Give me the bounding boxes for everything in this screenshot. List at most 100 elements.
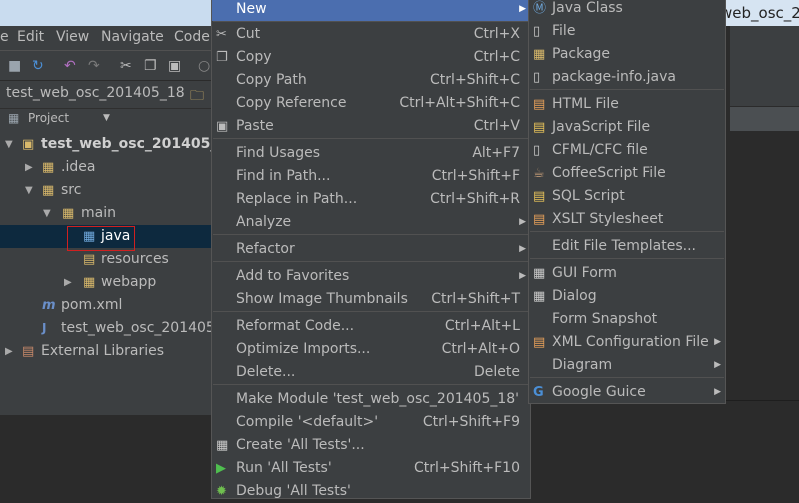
maven-icon: m <box>42 298 56 313</box>
menu-view[interactable]: View <box>56 29 89 45</box>
menu-item-reformat-code[interactable]: Reformat Code... Ctrl+Alt+L <box>212 315 530 338</box>
menu-item-analyze[interactable]: Analyze ▶ <box>212 211 530 234</box>
tree-item-label: main <box>81 205 116 221</box>
menu-item-shortcut: Ctrl+Shift+F <box>431 168 520 184</box>
tree-item-label: .idea <box>61 159 96 175</box>
tree-item-module[interactable]: ▼ ▣ test_web_osc_201405_18 <box>0 133 237 156</box>
tree-item-label: External Libraries <box>41 343 164 359</box>
toolbar-area-right <box>730 26 799 106</box>
menu-item-package-info[interactable]: ▯ package-info.java <box>529 66 725 89</box>
menu-item-find-usages[interactable]: Find Usages Alt+F7 <box>212 142 530 165</box>
menu-item-add-to-favorites[interactable]: Add to Favorites ▶ <box>212 265 530 288</box>
breadcrumb-project[interactable]: test_web_osc_201405_18 <box>6 85 185 101</box>
menu-item-replace-in-path[interactable]: Replace in Path... Ctrl+Shift+R <box>212 188 530 211</box>
tree-item-external-libraries[interactable]: ▶ ▤ External Libraries <box>0 340 212 363</box>
menu-file[interactable]: e <box>0 29 9 45</box>
menu-item-coffeescript-file[interactable]: ☕ CoffeeScript File <box>529 162 725 185</box>
menu-item-java-class[interactable]: Ⓜ Java Class <box>529 0 725 20</box>
gui-form-icon: ▦ <box>533 266 546 281</box>
save-all-icon[interactable]: ■ <box>8 57 21 75</box>
menu-item-make-module[interactable]: Make Module 'test_web_osc_201405_18' <box>212 388 530 411</box>
menu-item-label: SQL Script <box>552 188 625 204</box>
tree-item-main[interactable]: ▼ ▦ main <box>0 202 212 225</box>
menu-item-paste[interactable]: ▣ Paste Ctrl+V <box>212 115 530 138</box>
java-class-icon: Ⓜ <box>533 1 547 16</box>
menu-item-cut[interactable]: ✂ Cut Ctrl+X <box>212 23 530 46</box>
cut-icon[interactable]: ✂ <box>120 57 132 75</box>
menu-item-copy-path[interactable]: Copy Path Ctrl+Shift+C <box>212 69 530 92</box>
copy-icon: ❐ <box>216 50 228 65</box>
copy-icon[interactable]: ❐ <box>144 57 157 75</box>
menu-item-new[interactable]: New ▶ <box>212 0 530 21</box>
menu-item-cfml-file[interactable]: ▯ CFML/CFC file <box>529 139 725 162</box>
menu-item-file[interactable]: ▯ File <box>529 20 725 43</box>
tree-item-src[interactable]: ▼ ▦ src <box>0 179 212 202</box>
synchronize-icon[interactable]: ↻ <box>32 57 44 75</box>
menu-item-label: Add to Favorites <box>236 268 350 284</box>
tree-item-resources[interactable]: ▤ resources <box>0 248 212 271</box>
menu-item-xslt-stylesheet[interactable]: ▤ XSLT Stylesheet <box>529 208 725 231</box>
menu-edit[interactable]: Edit <box>17 29 44 45</box>
menu-item-debug-tests[interactable]: ✹ Debug 'All Tests' <box>212 480 530 503</box>
menu-item-shortcut: Alt+F7 <box>472 145 520 161</box>
paste-icon[interactable]: ▣ <box>168 57 181 75</box>
menu-item-dialog[interactable]: ▦ Dialog <box>529 285 725 308</box>
tree-item-pom[interactable]: m pom.xml <box>0 294 212 317</box>
chevron-right-icon[interactable]: ▶ <box>25 156 33 179</box>
menu-item-label: Paste <box>236 118 274 134</box>
menu-item-refactor[interactable]: Refactor ▶ <box>212 238 530 261</box>
menu-item-gui-form[interactable]: ▦ GUI Form <box>529 262 725 285</box>
menu-item-compile[interactable]: Compile '<default>' Ctrl+Shift+F9 <box>212 411 530 434</box>
menu-item-shortcut: Ctrl+V <box>473 118 520 134</box>
menu-item-javascript-file[interactable]: ▤ JavaScript File <box>529 116 725 139</box>
resource-folder-icon: ▤ <box>83 252 96 267</box>
menu-item-html-file[interactable]: ▤ HTML File <box>529 93 725 116</box>
chevron-down-icon[interactable]: ▼ <box>43 202 51 225</box>
find-icon[interactable]: ○ <box>198 57 210 75</box>
folder-icon: ▦ <box>42 183 55 198</box>
menu-item-package[interactable]: ▦ Package <box>529 43 725 66</box>
menu-item-edit-file-templates[interactable]: Edit File Templates... <box>529 235 725 258</box>
menu-item-run-tests[interactable]: ▶ Run 'All Tests' Ctrl+Shift+F10 <box>212 457 530 480</box>
menu-item-google-guice[interactable]: G Google Guice ▶ <box>529 381 725 404</box>
tree-item-java[interactable]: ▦ java <box>0 225 212 251</box>
menu-code[interactable]: Code <box>174 29 210 45</box>
menu-navigate[interactable]: Navigate <box>101 29 164 45</box>
tree-item-iml[interactable]: J test_web_osc_201405_1 <box>0 317 231 340</box>
chevron-right-icon[interactable]: ▶ <box>5 340 13 363</box>
menu-item-copy-reference[interactable]: Copy Reference Ctrl+Alt+Shift+C <box>212 92 530 115</box>
menu-item-optimize-imports[interactable]: Optimize Imports... Ctrl+Alt+O <box>212 338 530 361</box>
menu-item-label: package-info.java <box>552 69 676 85</box>
menu-item-xml-configuration-file[interactable]: ▤ XML Configuration File ▶ <box>529 331 725 354</box>
package-icon: ▦ <box>533 47 546 62</box>
tree-item-webapp[interactable]: ▶ ▦ webapp <box>0 271 212 294</box>
menu-item-label: Copy Path <box>236 72 307 88</box>
redo-icon[interactable]: ↷ <box>88 57 100 75</box>
menu-separator <box>530 258 724 259</box>
menu-item-label: HTML File <box>552 96 619 112</box>
chevron-right-icon[interactable]: ▶ <box>64 271 72 294</box>
menu-item-show-thumbnails[interactable]: Show Image Thumbnails Ctrl+Shift+T <box>212 288 530 311</box>
menu-item-copy[interactable]: ❐ Copy Ctrl+C <box>212 46 530 69</box>
chevron-down-icon[interactable]: ▼ <box>25 179 33 202</box>
menu-item-create-tests[interactable]: ▦ Create 'All Tests'... <box>212 434 530 457</box>
menu-item-delete[interactable]: Delete... Delete <box>212 361 530 384</box>
menu-item-sql-script[interactable]: ▤ SQL Script <box>529 185 725 208</box>
chevron-down-icon[interactable]: ▼ <box>5 133 13 156</box>
menu-item-diagram[interactable]: Diagram ▶ <box>529 354 725 377</box>
editor-tab-strip <box>730 107 799 131</box>
tree-item-label: src <box>61 182 82 198</box>
chevron-down-icon[interactable]: ▼ <box>103 113 110 123</box>
file-icon: ▯ <box>533 24 541 39</box>
source-folder-icon: ▦ <box>83 229 96 244</box>
run-icon: ▶ <box>216 461 226 476</box>
tree-item-idea[interactable]: ▶ ▦ .idea <box>0 156 212 179</box>
menu-item-form-snapshot[interactable]: Form Snapshot <box>529 308 725 331</box>
sql-file-icon: ▤ <box>533 189 546 204</box>
menu-separator <box>213 234 529 235</box>
menu-item-label: Form Snapshot <box>552 311 658 327</box>
google-guice-icon: G <box>533 385 544 400</box>
project-view-selector[interactable]: Project <box>28 111 69 125</box>
undo-icon[interactable]: ↶ <box>64 57 76 75</box>
menu-item-find-in-path[interactable]: Find in Path... Ctrl+Shift+F <box>212 165 530 188</box>
